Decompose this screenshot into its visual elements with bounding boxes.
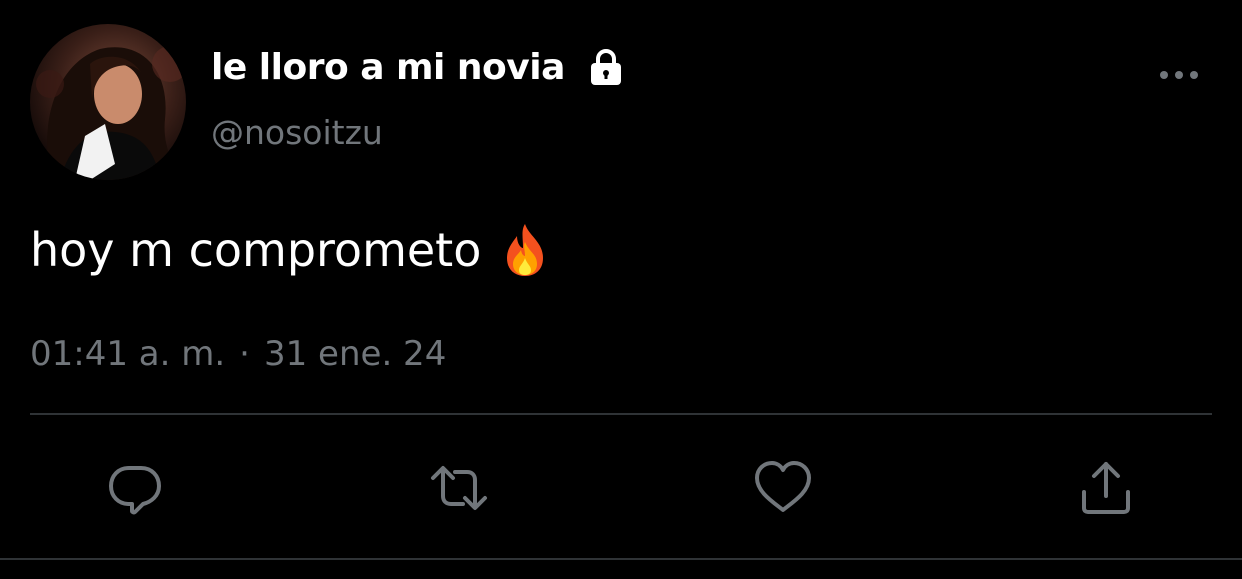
avatar-image — [36, 46, 186, 180]
heart-icon — [755, 461, 811, 512]
retweet-icon — [431, 466, 487, 510]
tweet-date[interactable]: 31 ene. 24 — [264, 334, 446, 374]
lock-icon — [585, 46, 627, 88]
share-button[interactable] — [1074, 456, 1138, 520]
timestamp-separator: · — [239, 334, 250, 374]
tweet-card: le lloro a mi novia @nosoitzu hoy m comp… — [0, 0, 1242, 579]
timestamp-row: 01:41 a. m. · 31 ene. 24 — [30, 334, 446, 374]
like-button[interactable] — [751, 456, 815, 520]
avatar[interactable] — [30, 24, 186, 180]
tweet-text: hoy m comprometo — [30, 222, 549, 278]
divider — [30, 413, 1212, 415]
tweet-time[interactable]: 01:41 a. m. — [30, 334, 225, 374]
author-row: le lloro a mi novia — [211, 44, 627, 90]
display-name[interactable]: le lloro a mi novia — [211, 47, 565, 88]
reply-icon — [109, 466, 161, 515]
more-options-icon[interactable] — [1156, 64, 1202, 86]
retweet-button[interactable] — [427, 456, 491, 520]
reply-button[interactable] — [103, 456, 167, 520]
fire-emoji — [501, 222, 549, 278]
tweet-text-content: hoy m comprometo — [30, 223, 482, 277]
divider-bottom — [0, 558, 1242, 560]
share-icon — [1082, 462, 1130, 514]
author-handle[interactable]: @nosoitzu — [211, 113, 383, 152]
